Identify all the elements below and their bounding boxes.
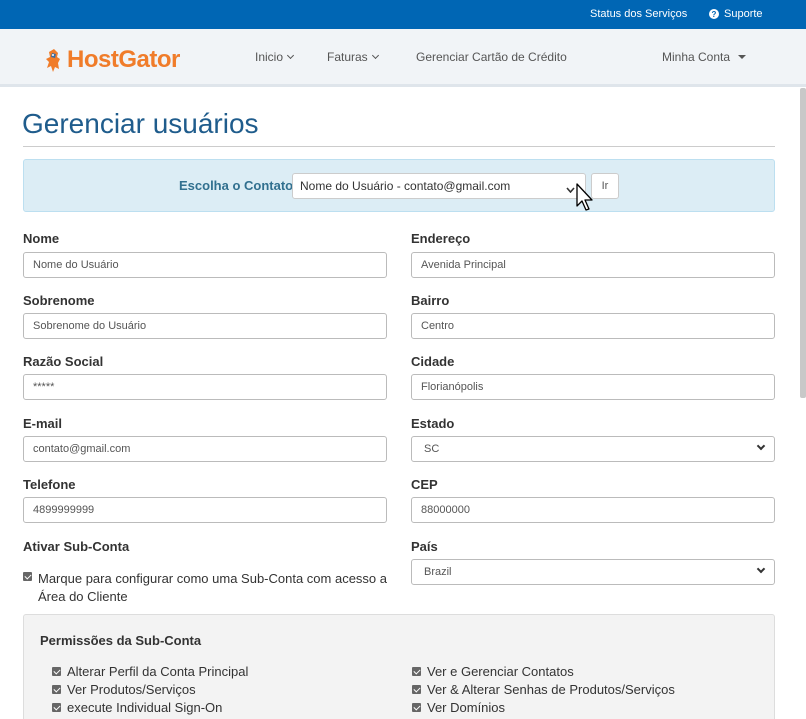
permission-checkbox[interactable] [412,703,421,712]
chevron-down-icon [566,182,575,196]
vertical-scrollbar[interactable] [800,88,806,398]
endereco-input[interactable]: Avenida Principal [411,252,775,278]
subconta-label: Ativar Sub-Conta [23,539,130,554]
nav-gerenciar-cartao-label: Gerenciar Cartão de Crédito [416,50,567,64]
caret-down-icon [738,55,747,59]
estado-select-value: SC [424,443,440,455]
permission-label: Ver Produtos/Serviços [67,682,196,697]
email-input[interactable]: contato@gmail.com [23,436,387,462]
chevron-down-icon [756,564,766,574]
bairro-label: Bairro [411,293,450,308]
permission-label: Ver & Alterar Senhas de Produtos/Serviço… [427,682,675,697]
nav-inicio[interactable]: Inicio [255,50,295,64]
email-label: E-mail [23,416,63,431]
permission-item[interactable]: execute Individual Sign-On [52,700,222,715]
support-link[interactable]: ? Suporte [709,8,763,20]
mouse-cursor-icon [576,183,593,211]
telefone-label: Telefone [23,477,76,492]
gator-mascot-icon [46,49,60,72]
chevron-down-icon [756,441,766,451]
nome-input[interactable]: Nome do Usuário [23,252,387,278]
cep-input[interactable]: 88000000 [411,497,775,523]
permission-item[interactable]: Ver Domínios [412,700,505,715]
support-label: Suporte [724,8,763,20]
permission-item[interactable]: Ver e Gerenciar Contatos [412,664,574,679]
permission-checkbox[interactable] [52,667,61,676]
nav-faturas-label: Faturas [327,50,368,64]
contact-select[interactable]: Nome do Usuário - contato@gmail.com [292,173,586,199]
contact-chooser-label: Escolha o Contato [179,178,294,193]
permission-label: Ver Domínios [427,700,506,715]
contact-chooser-panel: Escolha o Contato Nome do Usuário - cont… [23,159,775,212]
cep-label: CEP [411,477,438,492]
permissions-title: Permissões da Sub-Conta [40,633,202,648]
pais-select-value: Brazil [424,566,452,578]
endereco-label: Endereço [411,231,471,246]
razao-social-input[interactable]: ***** [23,374,387,400]
permission-item[interactable]: Ver & Alterar Senhas de Produtos/Serviço… [412,682,675,697]
cidade-input[interactable]: Florianópolis [411,374,775,400]
nav-faturas[interactable]: Faturas [327,50,379,64]
subconta-permissions-panel: Permissões da Sub-Conta Alterar Perfil d… [23,614,775,719]
chevron-down-icon [286,51,295,60]
contact-select-value: Nome do Usuário - contato@gmail.com [300,179,511,193]
question-circle-icon: ? [709,9,719,19]
estado-select[interactable]: SC [411,436,775,462]
cidade-label: Cidade [411,354,455,369]
permission-label: Ver e Gerenciar Contatos [427,664,574,679]
bairro-input[interactable]: Centro [411,313,775,339]
permission-item[interactable]: Alterar Perfil da Conta Principal [52,664,248,679]
nav-inicio-label: Inicio [255,50,284,64]
pais-select[interactable]: Brazil [411,559,775,585]
razao-social-label: Razão Social [23,354,104,369]
page-title: Gerenciar usuários [22,108,259,139]
permission-checkbox[interactable] [52,685,61,694]
subconta-checkbox[interactable] [23,572,32,581]
subconta-checkbox-text: Marque para configurar como uma Sub-Cont… [38,571,388,604]
nav-minha-conta[interactable]: Minha Conta [662,50,747,64]
go-button[interactable]: Ir [591,173,619,199]
title-divider [23,146,775,147]
main-navbar: HostGator Inicio Faturas Gerenciar Cartã… [0,29,806,87]
hostgator-logo[interactable]: HostGator [44,46,180,74]
permission-checkbox[interactable] [412,667,421,676]
chevron-down-icon [371,51,379,60]
permission-item[interactable]: Ver Produtos/Serviços [52,682,196,697]
service-status-link[interactable]: Status dos Serviços [590,8,687,20]
sobrenome-input[interactable]: Sobrenome do Usuário [23,313,387,339]
sobrenome-label: Sobrenome [23,293,95,308]
subconta-checkbox-row[interactable]: Marque para configurar como uma Sub-Cont… [23,570,393,606]
estado-label: Estado [411,416,455,431]
permission-label: execute Individual Sign-On [67,700,223,715]
nome-label: Nome [23,231,60,246]
top-bar: Status dos Serviços ? Suporte [0,0,806,29]
nav-minha-conta-label: Minha Conta [662,50,731,64]
permission-label: Alterar Perfil da Conta Principal [67,664,249,679]
telefone-input[interactable]: 4899999999 [23,497,387,523]
logo-text: HostGator [67,46,180,73]
permission-checkbox[interactable] [52,703,61,712]
pais-label: País [411,539,438,554]
permission-checkbox[interactable] [412,685,421,694]
nav-gerenciar-cartao[interactable]: Gerenciar Cartão de Crédito [416,50,567,64]
